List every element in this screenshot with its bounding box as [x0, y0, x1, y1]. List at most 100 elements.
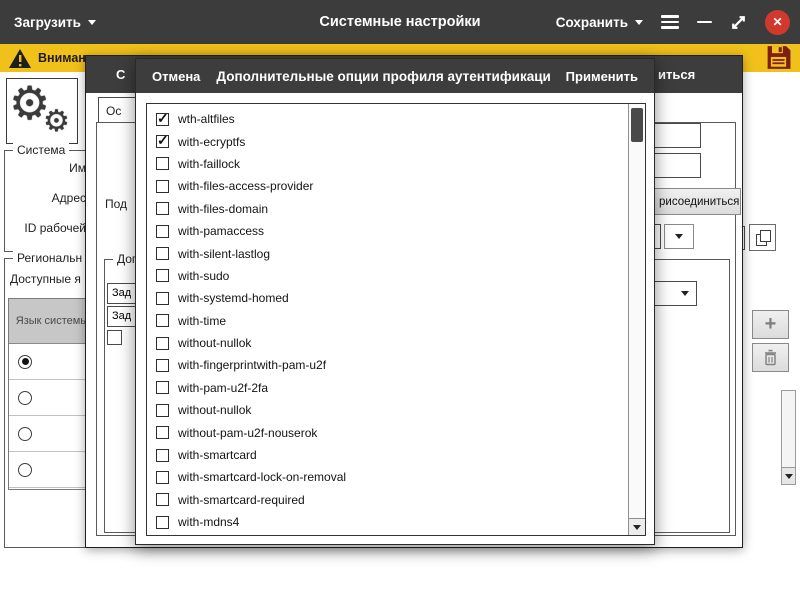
- settings-logo: [6, 78, 78, 144]
- regional-group-label: Региональн: [13, 251, 86, 265]
- workgroup-id-field-label: ID рабочей: [0, 221, 86, 235]
- option-row[interactable]: with-faillock: [147, 153, 628, 175]
- gear-icon: [43, 107, 70, 137]
- cancel-button[interactable]: Отмена: [136, 69, 216, 84]
- option-checkbox[interactable]: [156, 225, 169, 238]
- option-checkbox[interactable]: [156, 359, 169, 372]
- language-radio[interactable]: [18, 463, 32, 477]
- language-table-header: Язык системы: [9, 299, 95, 344]
- option-label: with-fingerprintwith-pam-u2f: [178, 358, 326, 372]
- titlebar-actions: Сохранить: [556, 0, 790, 44]
- option-checkbox[interactable]: [156, 337, 169, 350]
- expand-icon: [730, 14, 747, 31]
- copy-icon: [760, 230, 771, 242]
- option-checkbox[interactable]: [156, 516, 169, 529]
- option-row[interactable]: with-mdns4: [147, 511, 628, 533]
- option-label: with-time: [178, 314, 226, 328]
- save-floppy-icon[interactable]: [765, 45, 792, 75]
- dialog-title-fragment: иться: [658, 56, 695, 93]
- option-row[interactable]: with-time: [147, 310, 628, 332]
- option-row[interactable]: with-pamaccess: [147, 220, 628, 242]
- option-checkbox[interactable]: [156, 449, 169, 462]
- option-label: without-pam-u2f-nouserok: [178, 426, 317, 440]
- option-label: with-files-domain: [178, 202, 268, 216]
- option-row[interactable]: without-pam-u2f-nouserok: [147, 421, 628, 443]
- options-list-frame: wth-altfileswith-ecryptfswith-faillockwi…: [146, 103, 646, 536]
- copy-button[interactable]: [749, 224, 776, 251]
- language-row: [9, 344, 95, 380]
- option-checkbox[interactable]: [156, 180, 169, 193]
- option-label: with-systemd-homed: [178, 291, 289, 305]
- modal-title: Дополнительные опции профиля аутентифика…: [216, 69, 549, 84]
- dialog-title-fragment: С: [116, 56, 125, 93]
- language-radio[interactable]: [18, 391, 32, 405]
- option-row[interactable]: wth-altfiles: [147, 108, 628, 130]
- vertical-scrollbar[interactable]: [781, 390, 796, 485]
- join-button-label: рисоединиться: [659, 196, 739, 208]
- option-checkbox[interactable]: [156, 314, 169, 327]
- option-row[interactable]: with-files-domain: [147, 198, 628, 220]
- language-row: [9, 380, 95, 416]
- option-label: without-nullok: [178, 403, 251, 417]
- option-label: with-smartcard: [178, 448, 257, 462]
- language-row: [9, 416, 95, 452]
- option-row[interactable]: with-ecryptfs: [147, 130, 628, 152]
- menu-icon[interactable]: [661, 15, 679, 29]
- option-row[interactable]: without-nullok: [147, 332, 628, 354]
- option-checkbox[interactable]: [156, 135, 169, 148]
- trash-icon: [763, 349, 778, 366]
- minimize-button[interactable]: [697, 21, 712, 24]
- titlebar: Загрузить Системные настройки Сохранить: [0, 0, 800, 44]
- option-row[interactable]: with-silent-lastlog: [147, 242, 628, 264]
- add-button[interactable]: [752, 310, 789, 339]
- language-table: Язык системы: [8, 298, 96, 490]
- option-label: with-pamaccess: [178, 224, 264, 238]
- option-row[interactable]: with-smartcard-required: [147, 489, 628, 511]
- option-row[interactable]: with-pam-u2f-2fa: [147, 377, 628, 399]
- apply-button[interactable]: Применить: [550, 69, 654, 84]
- language-radio-selected[interactable]: [18, 355, 32, 369]
- scroll-down-button[interactable]: [629, 518, 645, 535]
- option-checkbox[interactable]: [156, 493, 169, 506]
- dropdown-button[interactable]: [664, 224, 694, 249]
- scroll-down-button[interactable]: [782, 467, 795, 484]
- close-button[interactable]: [765, 10, 790, 35]
- option-row[interactable]: with-smartcard: [147, 444, 628, 466]
- option-checkbox[interactable]: [156, 404, 169, 417]
- option-row[interactable]: with-sudo: [147, 265, 628, 287]
- caret-down-icon: [635, 20, 643, 25]
- option-checkbox[interactable]: [156, 471, 169, 484]
- load-button[interactable]: Загрузить: [14, 0, 96, 44]
- caret-down-icon: [633, 525, 641, 530]
- screen: Загрузить Системные настройки Сохранить: [0, 0, 800, 600]
- save-button[interactable]: Сохранить: [556, 15, 643, 30]
- option-row[interactable]: with-files-access-provider: [147, 175, 628, 197]
- option-checkbox[interactable]: [156, 381, 169, 394]
- caret-down-icon: [681, 291, 689, 296]
- option-checkbox[interactable]: [156, 113, 169, 126]
- language-radio[interactable]: [18, 427, 32, 441]
- option-label: with-silent-lastlog: [178, 247, 270, 261]
- fullscreen-button[interactable]: [730, 14, 747, 31]
- option-row[interactable]: with-fingerprintwith-pam-u2f: [147, 354, 628, 376]
- options-scrollbar[interactable]: [628, 104, 645, 535]
- option-checkbox[interactable]: [156, 157, 169, 170]
- address-field-label: Адрес: [0, 191, 86, 205]
- delete-button[interactable]: [752, 343, 789, 372]
- small-checkbox[interactable]: [107, 330, 122, 345]
- option-row[interactable]: with-smartcard-lock-on-removal: [147, 466, 628, 488]
- warning-icon: [8, 48, 32, 69]
- caret-down-icon: [88, 20, 96, 25]
- option-checkbox[interactable]: [156, 269, 169, 282]
- scrollbar-thumb[interactable]: [631, 108, 643, 142]
- option-checkbox[interactable]: [156, 247, 169, 260]
- caret-down-icon: [675, 234, 683, 239]
- option-label: with-mdns4: [178, 515, 239, 529]
- option-row[interactable]: without-nullok: [147, 399, 628, 421]
- option-checkbox[interactable]: [156, 426, 169, 439]
- option-checkbox[interactable]: [156, 292, 169, 305]
- load-button-label: Загрузить: [14, 15, 81, 30]
- option-checkbox[interactable]: [156, 202, 169, 215]
- option-row[interactable]: with-systemd-homed: [147, 287, 628, 309]
- system-group-label: Система: [13, 143, 69, 157]
